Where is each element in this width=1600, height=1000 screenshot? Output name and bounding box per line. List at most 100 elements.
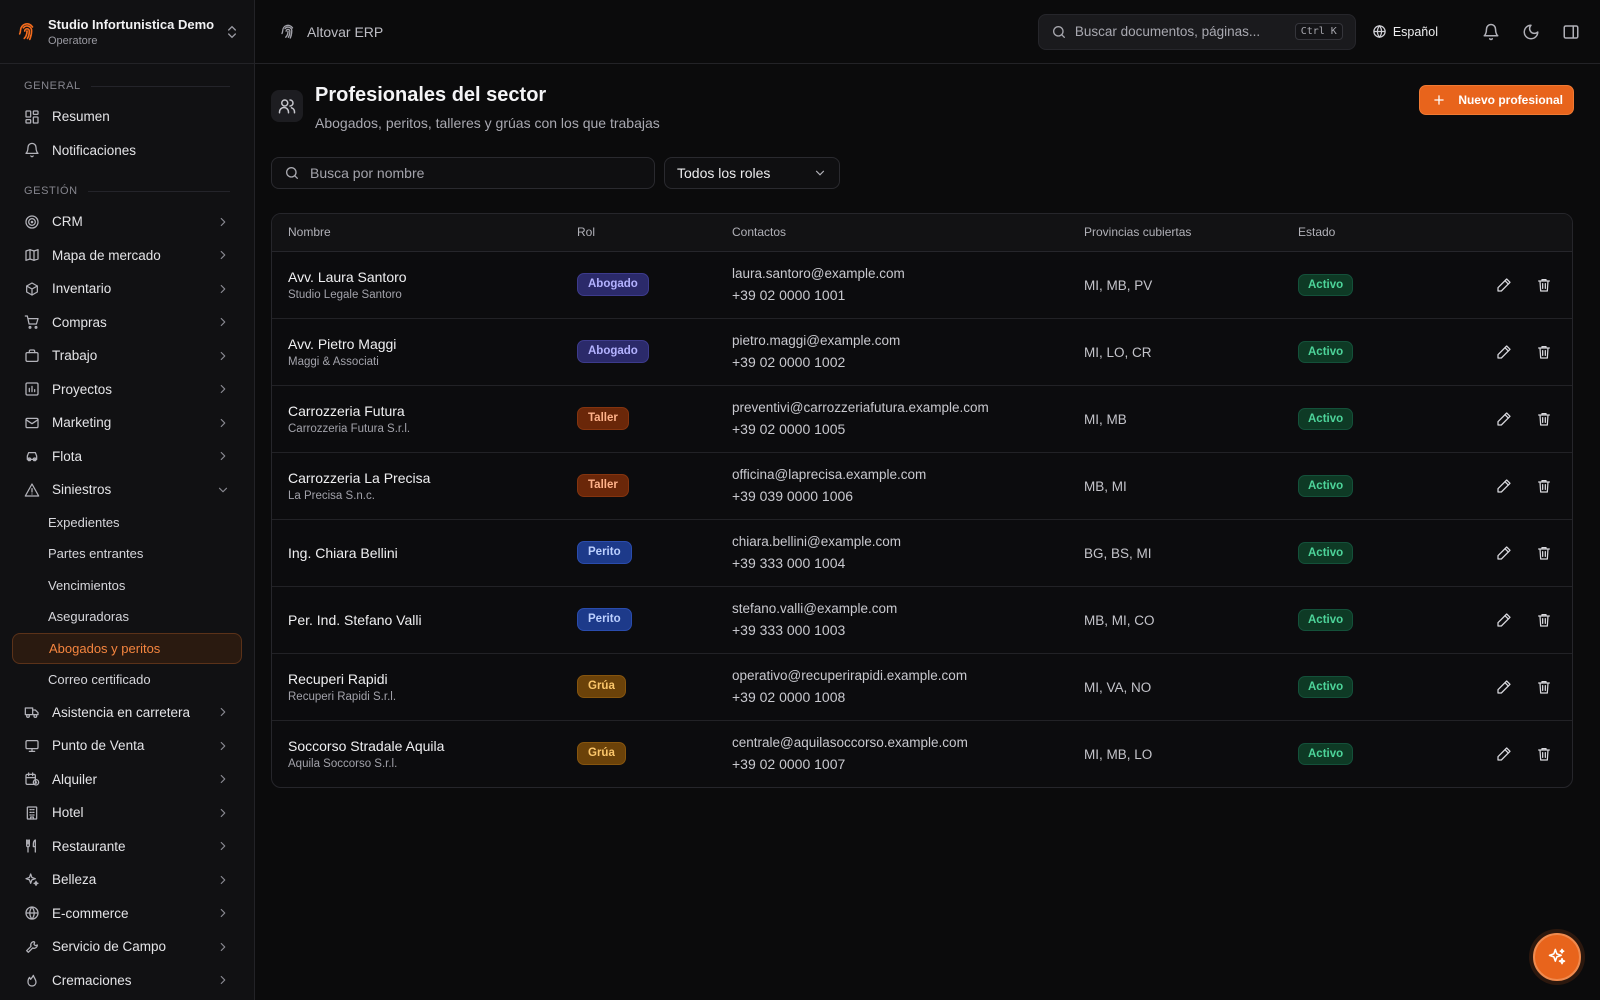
professional-name[interactable]: Avv. Laura Santoro xyxy=(288,269,545,285)
name-search-input[interactable] xyxy=(310,165,642,181)
sidebar-item-resumen[interactable]: Resumen xyxy=(12,100,242,134)
sidebar-item-restaurante[interactable]: Restaurante xyxy=(12,830,242,864)
trash-icon[interactable] xyxy=(1536,746,1552,762)
sidebar-item-flota[interactable]: Flota xyxy=(12,440,242,474)
trash-icon[interactable] xyxy=(1536,679,1552,695)
trash-icon[interactable] xyxy=(1536,478,1552,494)
car-icon xyxy=(26,452,38,462)
sidebar-item-cremaciones[interactable]: Cremaciones xyxy=(12,964,242,998)
sidebar-item-e-commerce[interactable]: E-commerce xyxy=(12,897,242,931)
table-row[interactable]: Ing. Chiara Bellini Perito chiara.bellini@… xyxy=(272,519,1572,587)
table-header-row: Nombre Rol Contactos Provincias cubierta… xyxy=(272,214,1572,252)
professional-name[interactable]: Recuperi Rapidi xyxy=(288,671,545,687)
edit-icon[interactable] xyxy=(1496,411,1512,427)
status-badge: Activo xyxy=(1298,675,1354,698)
professional-name[interactable]: Soccorso Stradale Aquila xyxy=(288,738,545,754)
sidebar-subitem-correo-certificado[interactable]: Correo certificado xyxy=(12,664,242,696)
brand[interactable]: Altovar ERP xyxy=(279,23,1038,41)
column-header-role[interactable]: Rol xyxy=(561,214,716,252)
trash-icon[interactable] xyxy=(1536,612,1552,628)
contact-phone: +39 02 0000 1008 xyxy=(732,689,846,705)
new-professional-button[interactable]: Nuevo profesional xyxy=(1419,85,1574,115)
trash-icon[interactable] xyxy=(1536,277,1552,293)
professional-name[interactable]: Avv. Pietro Maggi xyxy=(288,336,545,352)
sidebar-item-mapa-de-mercado[interactable]: Mapa de mercado xyxy=(12,239,242,273)
trash-icon[interactable] xyxy=(1536,545,1552,561)
flame-icon xyxy=(27,974,37,987)
column-header-status[interactable]: Estado xyxy=(1282,214,1422,252)
sidebar-item-inventario[interactable]: Inventario xyxy=(12,272,242,306)
sidebar-item-marketing[interactable]: Marketing xyxy=(12,406,242,440)
sidebar-item-servicio-de-campo[interactable]: Servicio de Campo xyxy=(12,930,242,964)
chart-icon xyxy=(25,382,39,396)
professional-name[interactable]: Ing. Chiara Bellini xyxy=(288,545,545,561)
sidebar-item-alquiler[interactable]: Alquiler xyxy=(12,763,242,797)
sidebar-item-label: Cremaciones xyxy=(52,972,132,988)
provinces: MB, MI, CO xyxy=(1084,612,1155,628)
edit-icon[interactable] xyxy=(1496,612,1512,628)
filters-bar: Todos los roles xyxy=(271,157,1574,189)
sidebar-item-compras[interactable]: Compras xyxy=(12,306,242,340)
column-header-contacts[interactable]: Contactos xyxy=(716,214,1068,252)
trash-icon[interactable] xyxy=(1536,344,1552,360)
professional-name[interactable]: Carrozzeria Futura xyxy=(288,403,545,419)
edit-icon[interactable] xyxy=(1496,277,1512,293)
name-search[interactable] xyxy=(271,157,655,189)
table-row[interactable]: Soccorso Stradale Aquila Aquila Soccorso … xyxy=(272,720,1572,787)
table-row[interactable]: Avv. Pietro Maggi Maggi & Associati Abogad… xyxy=(272,318,1572,386)
bell-icon[interactable] xyxy=(1482,23,1500,41)
table-row[interactable]: Avv. Laura Santoro Studio Legale Santoro A… xyxy=(272,251,1572,319)
language-selector[interactable]: Español xyxy=(1372,24,1438,39)
page-content: Profesionales del sector Abogados, perit… xyxy=(255,64,1600,788)
cell-provinces: MI, MB, LO xyxy=(1068,720,1282,787)
contact-phone: +39 333 000 1004 xyxy=(732,555,846,571)
role-filter-select[interactable]: Todos los roles xyxy=(664,157,840,189)
provinces: BG, BS, MI xyxy=(1084,545,1152,561)
role-badge: Abogado xyxy=(577,340,649,363)
edit-icon[interactable] xyxy=(1496,679,1512,695)
cell-status: Activo xyxy=(1282,653,1422,721)
org-switcher[interactable]: Studio Infortunistica Demo Operatore xyxy=(0,0,254,64)
role-badge: Abogado xyxy=(577,273,649,296)
cell-status: Activo xyxy=(1282,586,1422,654)
sidebar-subitem-abogados-y-peritos[interactable]: Abogados y peritos xyxy=(12,632,242,664)
topbar: Altovar ERP Ctrl K Español xyxy=(255,0,1600,64)
sidebar-item-label: Belleza xyxy=(52,872,97,888)
contact-email: pietro.maggi@example.com xyxy=(732,333,901,348)
table-row[interactable]: Carrozzeria Futura Carrozzeria Futura S.r… xyxy=(272,385,1572,453)
table-row[interactable]: Per. Ind. Stefano Valli Perito stefano.val… xyxy=(272,586,1572,654)
panel-toggle-icon[interactable] xyxy=(1562,23,1580,41)
sidebar-item-proyectos[interactable]: Proyectos xyxy=(12,373,242,407)
professional-name[interactable]: Carrozzeria La Precisa xyxy=(288,470,545,486)
sidebar-item-punto-de-venta[interactable]: Punto de Venta xyxy=(12,729,242,763)
edit-icon[interactable] xyxy=(1496,478,1512,494)
sidebar-item-belleza[interactable]: Belleza xyxy=(12,863,242,897)
chevron-right-icon xyxy=(220,318,226,327)
global-search-input[interactable] xyxy=(1074,24,1295,39)
sidebar-subitem-aseguradoras[interactable]: Aseguradoras xyxy=(12,601,242,633)
column-header-provinces[interactable]: Provincias cubiertas xyxy=(1068,214,1282,252)
column-header-name[interactable]: Nombre xyxy=(272,214,561,252)
table-row[interactable]: Carrozzeria La Precisa La Precisa S.n.c. T… xyxy=(272,452,1572,520)
edit-icon[interactable] xyxy=(1496,344,1512,360)
trash-icon[interactable] xyxy=(1536,411,1552,427)
professional-company: Recuperi Rapidi S.r.l. xyxy=(288,690,397,703)
sidebar-subitem-partes-entrantes[interactable]: Partes entrantes xyxy=(12,538,242,570)
sidebar-subitem-vencimientos[interactable]: Vencimientos xyxy=(12,570,242,602)
cell-name: Carrozzeria La Precisa La Precisa S.n.c. xyxy=(272,452,561,520)
sidebar-item-siniestros[interactable]: Siniestros xyxy=(12,473,242,507)
edit-icon[interactable] xyxy=(1496,746,1512,762)
sidebar-item-crm[interactable]: CRM xyxy=(12,205,242,239)
sidebar-item-hotel[interactable]: Hotel xyxy=(12,796,242,830)
table-row[interactable]: Recuperi Rapidi Recuperi Rapidi S.r.l. Grú… xyxy=(272,653,1572,721)
sidebar-item-trabajo[interactable]: Trabajo xyxy=(12,339,242,373)
edit-icon[interactable] xyxy=(1496,545,1512,561)
sidebar-item-notificaciones[interactable]: Notificaciones xyxy=(12,134,242,168)
global-search[interactable]: Ctrl K xyxy=(1037,13,1356,50)
moon-icon[interactable] xyxy=(1522,23,1540,41)
professionals-table: Nombre Rol Contactos Provincias cubierta… xyxy=(271,213,1573,788)
sidebar-item-asistencia-en-carretera[interactable]: Asistencia en carretera xyxy=(12,696,242,730)
ai-assistant-button[interactable] xyxy=(1533,933,1581,981)
professional-name[interactable]: Per. Ind. Stefano Valli xyxy=(288,612,545,628)
sidebar-subitem-expedientes[interactable]: Expedientes xyxy=(12,507,242,539)
